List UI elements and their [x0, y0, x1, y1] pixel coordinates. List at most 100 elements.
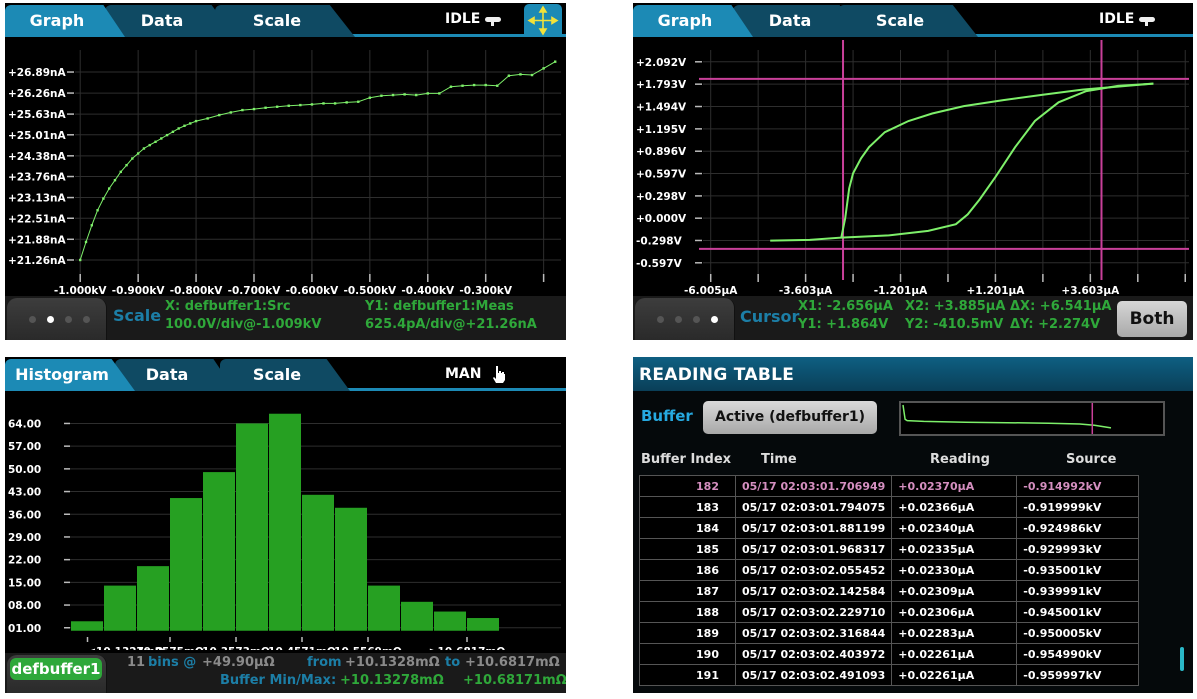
iv-plot[interactable]: +21.26nA +21.88nA +22.51nA +23.13nA +23.76nA… [5, 40, 566, 296]
histogram-plot[interactable]: 01.00 08.00 15.00 22.00 29.00 36.00 43.00 50.00… [5, 394, 566, 650]
cell-reading: +0.02370µA [891, 475, 1018, 497]
y-tick-label: 01.00 [8, 623, 41, 635]
data-point [380, 94, 383, 97]
y-tick-label: 22.00 [8, 555, 41, 567]
trigger-mode-status[interactable]: MAN [445, 365, 507, 383]
cell-source: -0.929993kV [1016, 538, 1139, 560]
y-tick-label: 08.00 [8, 600, 41, 612]
data-point [264, 106, 267, 109]
hand-pointer-icon [493, 366, 506, 383]
tab-bar: Histogram Data Scale MAN [5, 357, 566, 391]
page-indicator-dot [29, 316, 36, 323]
x-tick-label: 10.5569mΩ [334, 646, 402, 650]
data-point [403, 93, 406, 96]
cursor-delta-y: ΔY: +2.274V [1010, 317, 1101, 332]
series-line-upper-branch [770, 82, 1154, 242]
tab-scale[interactable]: Scale [215, 5, 355, 37]
table-row[interactable]: 182 05/17 02:03:01.706949 +0.02370µA -0.914… [639, 475, 1139, 497]
tab-data[interactable]: Data [115, 359, 235, 391]
data-point [275, 105, 279, 108]
y-tick-label: 43.00 [8, 487, 41, 499]
data-point [96, 209, 99, 212]
table-row[interactable]: 189 05/17 02:03:02.316844 +0.02283µA -0.950… [639, 622, 1139, 644]
table-row[interactable]: 188 05/17 02:03:02.229710 +0.02306µA -0.945… [639, 601, 1139, 623]
histogram-bar [236, 423, 268, 631]
page-indicator-dot [83, 316, 90, 323]
tab-label: Scale [875, 11, 925, 30]
data-point [189, 122, 192, 125]
y-tick-label: +0.597V [636, 169, 687, 181]
swipe-handle[interactable] [635, 298, 735, 340]
cell-reading: +0.02261µA [891, 664, 1018, 686]
swipe-handle[interactable]: defbuffer1 [7, 655, 107, 693]
buffer-overview-graph[interactable] [899, 401, 1165, 436]
y-tick-label: +23.76nA [8, 172, 66, 184]
data-point [229, 111, 233, 114]
y-tick-label: -0.298V [636, 235, 683, 247]
cell-index: 182 [639, 475, 736, 497]
table-row[interactable]: 187 05/17 02:03:02.142584 +0.02309µA -0.939… [639, 580, 1139, 602]
histogram-panel: Histogram Data Scale MAN 01.00 08.00 15.00… [5, 357, 566, 693]
column-header-index[interactable]: Buffer Index [641, 452, 731, 467]
swipe-handle[interactable] [7, 298, 107, 340]
table-row[interactable]: 185 05/17 02:03:01.968317 +0.02335µA -0.929… [639, 538, 1139, 560]
table-row[interactable]: 184 05/17 02:03:01.881199 +0.02340µA -0.924… [639, 517, 1139, 539]
y-tick-label: 50.00 [8, 464, 41, 476]
run-status[interactable]: IDLE [445, 11, 502, 27]
column-header-reading[interactable]: Reading [930, 452, 990, 467]
x-tick-label: +3.603µA [1061, 285, 1120, 296]
from-value: +10.1328mΩ [345, 655, 440, 670]
data-point [345, 101, 348, 104]
page-indicator-dot [65, 316, 72, 323]
table-row[interactable]: 183 05/17 02:03:01.794075 +0.02366µA -0.919… [639, 496, 1139, 518]
cell-index: 188 [639, 601, 736, 623]
cell-reading: +0.02330µA [891, 559, 1018, 581]
x-tick-label: -6.005µA [684, 285, 738, 296]
series-line-defbuffer1 [79, 61, 556, 261]
y-axis-scale: 625.4pA/div@+21.26nA [365, 317, 537, 332]
y-tick-label: 15.00 [8, 577, 41, 589]
histogram-bar [434, 611, 466, 631]
graph-footer: Scale X: defbuffer1:Src 100.0V/div@-1.00… [5, 296, 566, 340]
cell-time: 05/17 02:03:01.706949 [734, 475, 893, 497]
buffer-minmax-label: Buffer Min/Max: [220, 673, 337, 688]
data-point [357, 100, 360, 103]
both-cursors-button[interactable]: Both [1117, 301, 1187, 337]
hysteresis-plot[interactable]: -0.597V -0.298V +0.000V +0.298V +0.597V +0.89… [633, 40, 1193, 296]
x-tick-label: 10.2575mΩ [136, 646, 204, 650]
x-tick-label: -0.800kV [170, 285, 224, 296]
cell-index: 189 [639, 622, 736, 644]
histogram-bar [368, 585, 400, 631]
table-row[interactable]: 186 05/17 02:03:02.055452 +0.02330µA -0.935… [639, 559, 1139, 581]
y-tick-label: +25.63nA [8, 109, 66, 121]
table-row[interactable]: 190 05/17 02:03:02.403972 +0.02261µA -0.954… [639, 643, 1139, 665]
buffer-select-button[interactable]: defbuffer1 [10, 658, 102, 680]
move-mode-button[interactable] [524, 4, 562, 37]
data-point [160, 137, 163, 140]
data-point [113, 178, 117, 182]
page-indicator-dot [47, 316, 54, 323]
x-tick-label: -0.700kV [228, 285, 282, 296]
cell-source: -0.945001kV [1016, 601, 1139, 623]
tab-scale[interactable]: Scale [838, 5, 978, 37]
cell-time: 05/17 02:03:02.229710 [734, 601, 893, 623]
column-header-time[interactable]: Time [761, 452, 797, 467]
status-text: MAN [445, 366, 482, 382]
tab-label: Data [768, 11, 812, 30]
tab-scale[interactable]: Scale [220, 359, 350, 391]
data-point [472, 83, 476, 87]
data-point [79, 258, 82, 262]
status-text: IDLE [445, 11, 481, 27]
data-point [368, 96, 372, 99]
table-row[interactable]: 191 05/17 02:03:02.491093 +0.02261µA -0.959… [639, 664, 1139, 686]
scrollbar-thumb[interactable] [1180, 647, 1184, 671]
tab-label: Scale [252, 11, 302, 30]
footer-mode-label: Cursor [740, 307, 800, 326]
cell-reading: +0.02335µA [891, 538, 1018, 560]
buffer-select-button[interactable]: Active (defbuffer1) [703, 401, 877, 434]
histogram-bar [302, 494, 334, 631]
x-axis-source: X: defbuffer1:Src [165, 299, 291, 314]
column-header-source[interactable]: Source [1066, 452, 1116, 467]
run-status[interactable]: IDLE [1099, 11, 1156, 27]
data-point [125, 163, 128, 167]
